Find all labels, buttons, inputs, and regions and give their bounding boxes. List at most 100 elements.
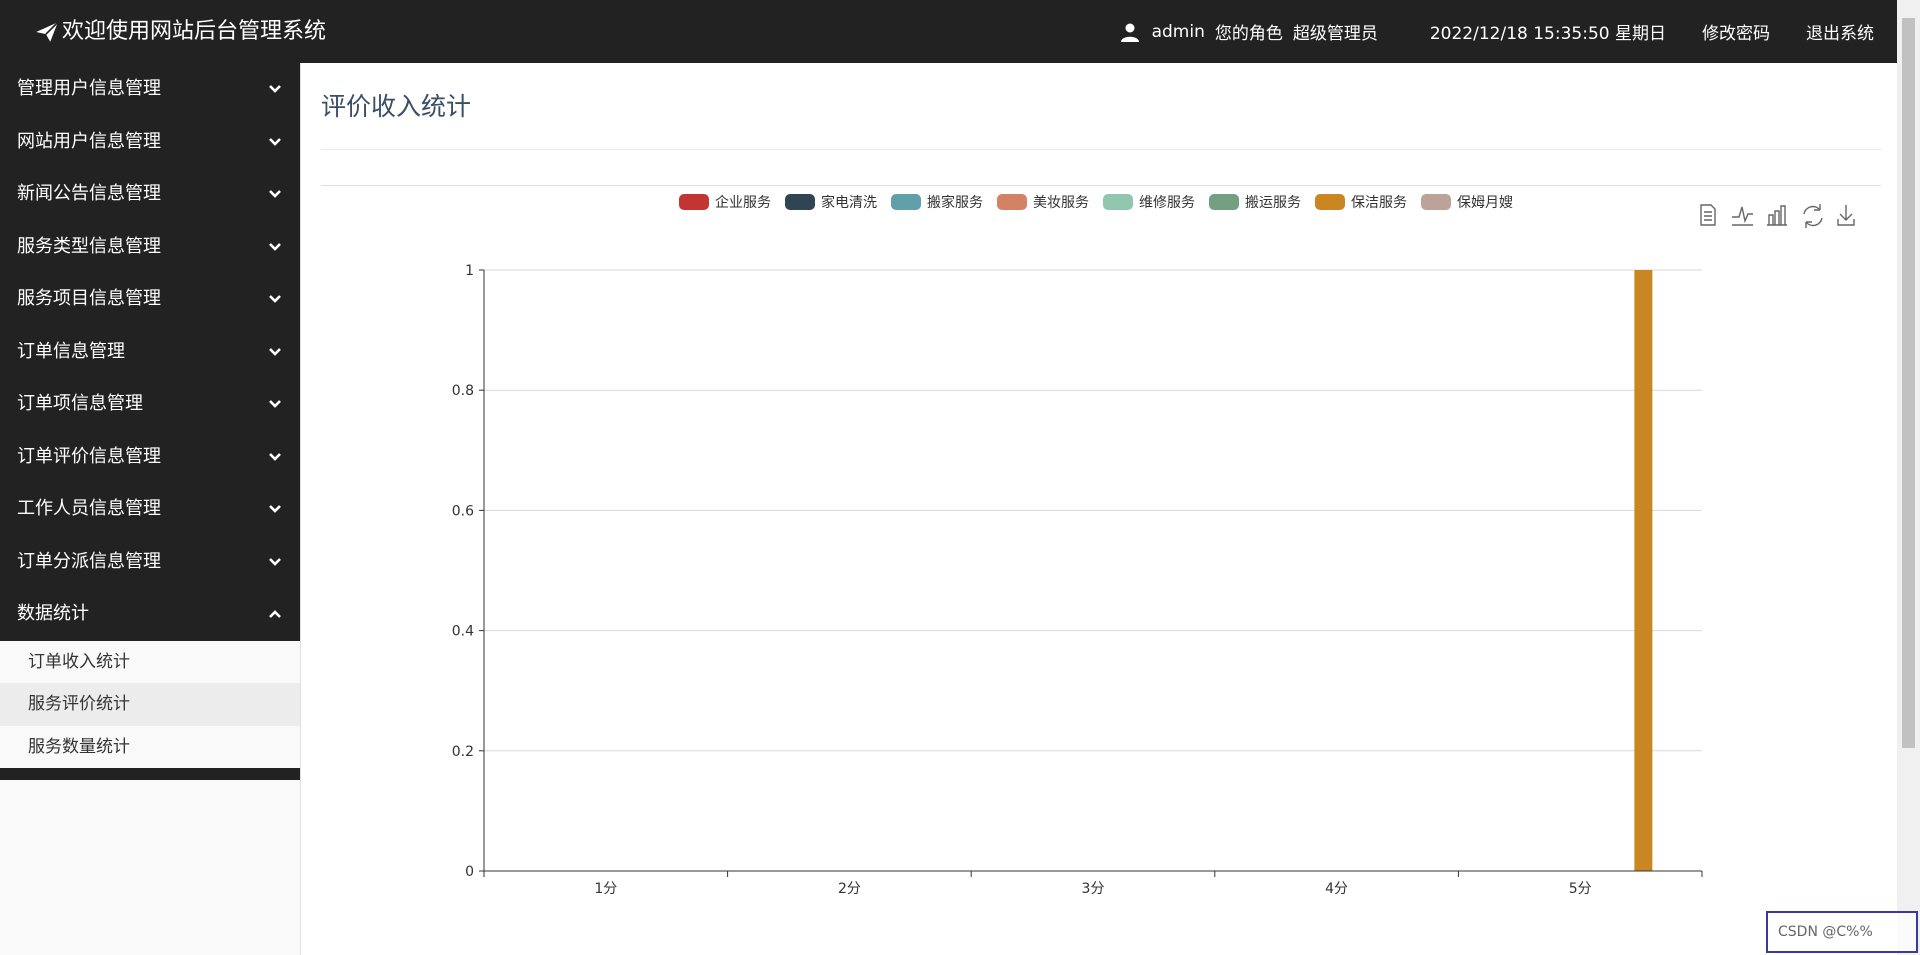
sidebar-item-label: 订单评价信息管理 xyxy=(17,445,161,467)
sidebar-item-label: 新闻公告信息管理 xyxy=(17,183,161,204)
sidebar-menu-footer xyxy=(0,768,300,780)
legend-item[interactable]: 美妆服务 xyxy=(997,194,1089,211)
legend-label: 企业服务 xyxy=(715,194,771,211)
restore-icon[interactable] xyxy=(1803,204,1823,228)
chevron-down-icon xyxy=(269,505,281,514)
legend-item[interactable]: 保洁服务 xyxy=(1315,194,1407,211)
legend-item[interactable]: 企业服务 xyxy=(679,194,771,211)
sub-item-order-income[interactable]: 订单收入统计 xyxy=(0,641,300,684)
sidebar-item-service-items[interactable]: 服务项目信息管理 xyxy=(0,273,300,326)
role-value: 超级管理员 xyxy=(1292,24,1378,44)
legend-swatch xyxy=(1315,194,1345,210)
sidebar-item-label: 服务项目信息管理 xyxy=(17,288,161,309)
sidebar-item-label: 网站用户信息管理 xyxy=(17,130,161,152)
legend-label: 保洁服务 xyxy=(1351,195,1407,211)
username: admin xyxy=(1151,21,1205,42)
app-title: 欢迎使用网站后台管理系统 xyxy=(62,19,327,44)
app-brand: 欢迎使用网站后台管理系统 xyxy=(34,0,326,63)
legend-label: 维修服务 xyxy=(1139,195,1195,211)
legend-item[interactable]: 搬运服务 xyxy=(1209,194,1301,211)
sidebar-item-label: 管理用户信息管理 xyxy=(17,78,161,99)
sidebar-item-service-types[interactable]: 服务类型信息管理 xyxy=(0,221,300,274)
chart-legend: 企业服务 家电清洗 搬家服务 美妆服务 维修服务 搬运服务 保洁服务 保姆月嫂 xyxy=(679,194,1513,211)
logout-link[interactable]: 退出系统 xyxy=(1806,19,1874,44)
chevron-down-icon xyxy=(269,452,281,461)
legend-swatch xyxy=(891,194,921,210)
y-tick-label: 0 xyxy=(465,864,474,880)
sidebar-item-label: 服务类型信息管理 xyxy=(17,235,161,257)
chevron-down-icon xyxy=(269,347,281,356)
watermark: CSDN @C%% xyxy=(1766,911,1918,953)
data-view-icon[interactable] xyxy=(1700,204,1716,226)
change-password-link[interactable]: 修改密码 xyxy=(1702,19,1770,44)
legend-label: 家电清洗 xyxy=(821,194,877,211)
sidebar-item-label: 订单分派信息管理 xyxy=(17,550,161,572)
bar-chart-icon[interactable] xyxy=(1767,205,1787,226)
legend-swatch xyxy=(997,194,1027,210)
sidebar-item-statistics[interactable]: 数据统计 xyxy=(0,588,300,641)
legend-item[interactable]: 维修服务 xyxy=(1103,194,1195,211)
user-icon xyxy=(1120,23,1139,42)
header-right: admin 您的角色 超级管理员 2022/12/18 15:35:50 星期日… xyxy=(1120,0,1874,63)
sidebar-item-dispatch[interactable]: 订单分派信息管理 xyxy=(0,536,300,589)
chevron-down-icon xyxy=(269,190,281,199)
legend-item[interactable]: 保姆月嫂 xyxy=(1421,194,1513,211)
sidebar-item-label: 订单项信息管理 xyxy=(17,393,143,414)
legend-label: 美妆服务 xyxy=(1033,195,1089,211)
main-content: 评价收入统计 企业服务 家电清洗 搬家服务 美妆服务 维修服务 搬运服务 保洁服务 保姆月嫂 … xyxy=(301,63,1897,955)
y-tick-label: 1 xyxy=(465,263,474,279)
sidebar-item-news[interactable]: 新闻公告信息管理 xyxy=(0,168,300,221)
scrollbar-thumb[interactable] xyxy=(1902,18,1915,748)
legend-item[interactable]: 家电清洗 xyxy=(785,194,877,211)
x-tick-label: 4分 xyxy=(1325,881,1348,897)
top-header: 欢迎使用网站后台管理系统 admin 您的角色 超级管理员 2022/12/18… xyxy=(0,0,1920,63)
chevron-down-icon xyxy=(269,557,281,566)
chart-bars xyxy=(1634,270,1653,871)
sub-item-service-review[interactable]: 服务评价统计 xyxy=(0,683,300,726)
x-tick-label: 5分 xyxy=(1569,881,1592,897)
y-tick-label: 0.2 xyxy=(452,744,474,760)
chevron-down-icon xyxy=(269,137,281,146)
sidebar-menu: 管理用户信息管理 网站用户信息管理 新闻公告信息管理 服务类型信息管理 服务项目… xyxy=(0,63,300,641)
sidebar-item-label: 数据统计 xyxy=(17,603,89,624)
legend-swatch xyxy=(785,194,815,210)
chevron-down-icon xyxy=(269,400,281,409)
line-chart-icon[interactable] xyxy=(1732,206,1753,226)
chart-axes: 0 0.2 0.4 0.6 0.8 1 1分 2分 3分 4分 5分 xyxy=(452,263,1703,897)
legend-label: 搬家服务 xyxy=(927,194,983,211)
sidebar-item-order-items[interactable]: 订单项信息管理 xyxy=(0,378,300,431)
chevron-down-icon xyxy=(269,295,281,304)
download-icon[interactable] xyxy=(1837,205,1855,226)
role-label: 您的角色 xyxy=(1214,24,1283,44)
x-tick-label: 1分 xyxy=(594,881,617,897)
sidebar-item-label: 订单信息管理 xyxy=(17,340,125,362)
sidebar-item-label: 工作人员信息管理 xyxy=(17,498,161,519)
y-tick-label: 0.8 xyxy=(452,383,474,399)
bar[interactable] xyxy=(1634,270,1653,871)
bar-chart: 企业服务 家电清洗 搬家服务 美妆服务 维修服务 搬运服务 保洁服务 保姆月嫂 0 0.2 0.4… xyxy=(452,194,1855,897)
legend-swatch xyxy=(1103,194,1133,210)
chart-toolbox xyxy=(1700,204,1855,228)
legend-swatch xyxy=(679,194,709,210)
statistics-submenu: 订单收入统计 服务评价统计 服务数量统计 xyxy=(0,640,300,769)
sidebar-item-order-reviews[interactable]: 订单评价信息管理 xyxy=(0,431,300,484)
legend-label: 保姆月嫂 xyxy=(1457,195,1513,211)
x-tick-label: 3分 xyxy=(1082,881,1105,897)
sidebar-item-staff[interactable]: 工作人员信息管理 xyxy=(0,483,300,536)
sidebar-item-orders[interactable]: 订单信息管理 xyxy=(0,326,300,379)
y-tick-label: 0.6 xyxy=(452,503,474,519)
sidebar: 管理用户信息管理 网站用户信息管理 新闻公告信息管理 服务类型信息管理 服务项目… xyxy=(0,63,301,955)
sidebar-item-admin-users[interactable]: 管理用户信息管理 xyxy=(0,63,300,116)
page-scrollbar[interactable] xyxy=(1897,0,1920,955)
legend-swatch xyxy=(1209,194,1239,210)
sidebar-item-site-users[interactable]: 网站用户信息管理 xyxy=(0,116,300,169)
legend-label: 搬运服务 xyxy=(1245,195,1301,211)
paper-plane-icon xyxy=(36,21,59,42)
sub-item-service-count[interactable]: 服务数量统计 xyxy=(0,726,300,769)
legend-item[interactable]: 搬家服务 xyxy=(891,194,983,211)
x-tick-label: 2分 xyxy=(838,881,861,897)
legend-swatch xyxy=(1421,194,1451,210)
chart-grid xyxy=(484,269,1702,752)
chevron-down-icon xyxy=(269,242,281,251)
y-tick-label: 0.4 xyxy=(452,624,474,640)
